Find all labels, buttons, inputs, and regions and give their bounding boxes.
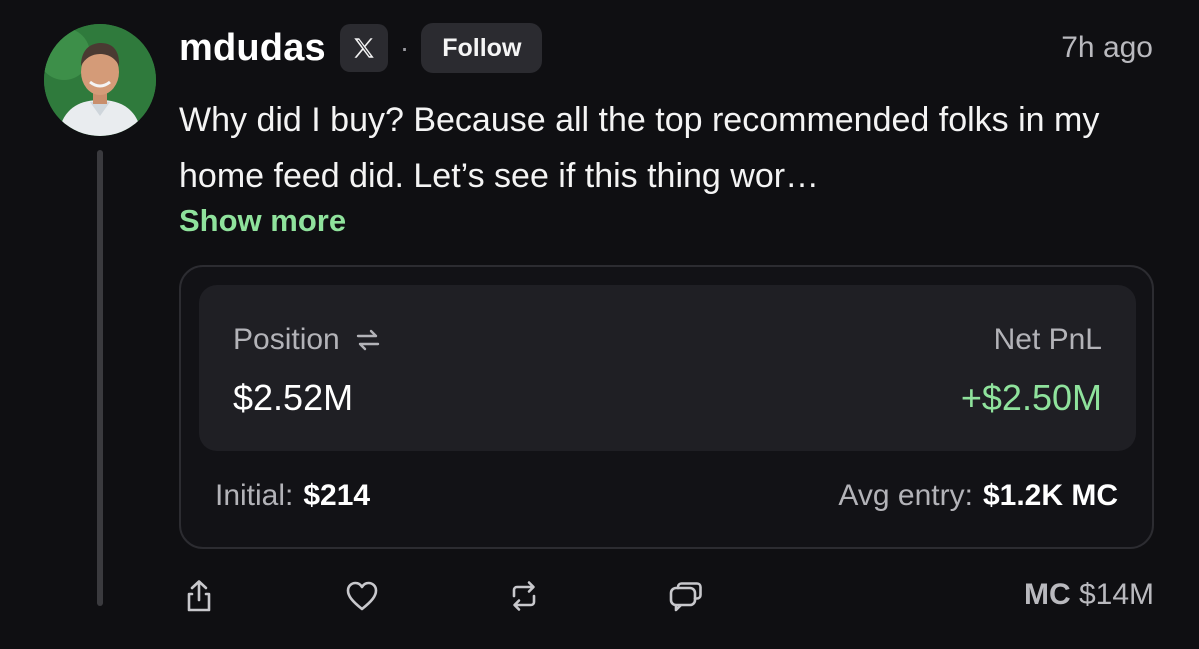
pnl-value: +$2.50M — [960, 377, 1102, 418]
pnl-label: Net PnL — [993, 323, 1102, 356]
username[interactable]: mdudas — [179, 27, 326, 70]
action-bar: MC $14M — [179, 572, 1154, 620]
market-cap-label: MC — [1023, 578, 1071, 611]
x-logo-icon[interactable] — [339, 24, 388, 72]
position-value: $2.52M — [233, 377, 354, 418]
heart-icon[interactable] — [344, 578, 380, 614]
comment-icon[interactable] — [668, 578, 704, 614]
share-icon[interactable] — [181, 578, 217, 614]
position-card[interactable]: Position $2.52M Net PnL +$2.50M Initial:… — [179, 265, 1154, 549]
initial-stat: Initial: $214 — [215, 479, 370, 513]
initial-value: $214 — [303, 479, 371, 512]
post-header: mdudas · Follow 7h ago — [179, 22, 1153, 74]
avatar[interactable] — [44, 24, 156, 136]
thread-line — [97, 150, 103, 606]
follow-button[interactable]: Follow — [421, 23, 543, 73]
post-page: mdudas · Follow 7h ago Why did I buy? Be… — [0, 0, 1199, 649]
show-more-link[interactable]: Show more — [179, 203, 346, 239]
avg-entry-label: Avg entry: — [838, 479, 973, 512]
market-cap-value: $14M — [1078, 578, 1154, 611]
position-label-row: Position — [233, 323, 382, 357]
avg-entry-value: $1.2K MC — [982, 479, 1118, 512]
timestamp: 7h ago — [1061, 31, 1153, 64]
post-text: Why did I buy? Because all the top recom… — [179, 101, 1100, 195]
card-footer: Initial: $214 Avg entry: $1.2K MC — [215, 479, 1118, 513]
position-label: Position — [233, 323, 340, 356]
position-summary: Position $2.52M Net PnL +$2.50M — [199, 285, 1136, 451]
swap-arrows-icon[interactable] — [354, 328, 382, 352]
market-cap: MC $14M — [1024, 578, 1154, 612]
avg-entry-stat: Avg entry: $1.2K MC — [838, 479, 1118, 513]
separator-dot: · — [399, 32, 410, 63]
repost-icon[interactable] — [506, 578, 542, 614]
initial-label: Initial: — [215, 479, 294, 512]
